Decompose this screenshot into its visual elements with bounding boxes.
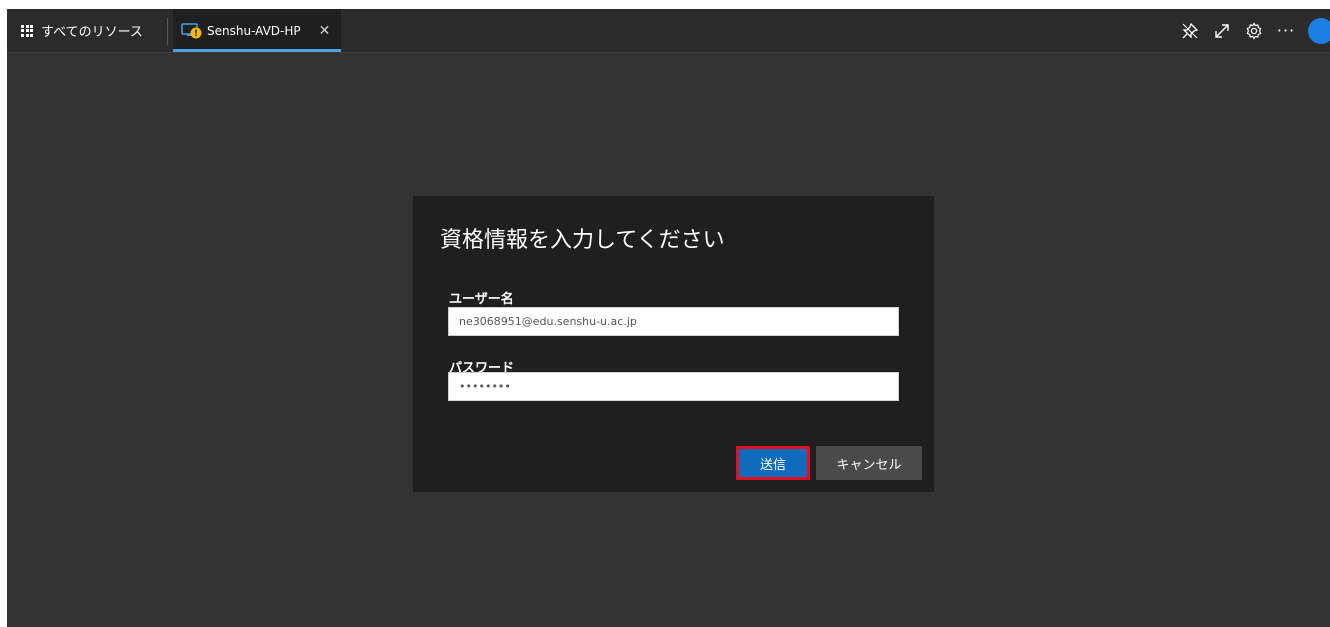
app-grid-icon (21, 24, 33, 37)
avatar[interactable] (1308, 17, 1330, 44)
credentials-dialog: 資格情報を入力してください ユーザー名 パスワード 送信 キャンセル (413, 196, 934, 492)
submit-button[interactable]: 送信 (736, 446, 810, 480)
topbar-divider (167, 18, 168, 45)
username-label: ユーザー名 (449, 292, 514, 307)
gear-icon[interactable] (1238, 15, 1270, 47)
close-icon[interactable]: ✕ (319, 23, 331, 39)
all-resources-label: すべてのリソース (41, 25, 143, 40)
password-field[interactable] (448, 372, 899, 401)
expand-icon[interactable] (1206, 15, 1238, 47)
more-options-icon[interactable]: ··· (1270, 15, 1302, 47)
remote-desktop-icon (181, 22, 203, 40)
pin-icon[interactable] (1174, 15, 1206, 47)
top-bar: すべてのリソース Senshu-AVD-HP ✕ ··· (7, 9, 1330, 53)
tab-active-indicator (173, 49, 341, 52)
toolbar-right: ··· (1174, 9, 1330, 52)
tab-label: Senshu-AVD-HP (207, 23, 301, 38)
cancel-button[interactable]: キャンセル (816, 446, 922, 480)
remote-desktop-window: すべてのリソース Senshu-AVD-HP ✕ ··· 資格情報を入力してくだ… (7, 9, 1330, 627)
dialog-title: 資格情報を入力してください (440, 228, 725, 253)
all-resources-button[interactable]: すべてのリソース (21, 9, 143, 52)
username-field[interactable] (448, 307, 899, 336)
tab-senshu-avd-hp[interactable]: Senshu-AVD-HP ✕ (173, 9, 341, 52)
